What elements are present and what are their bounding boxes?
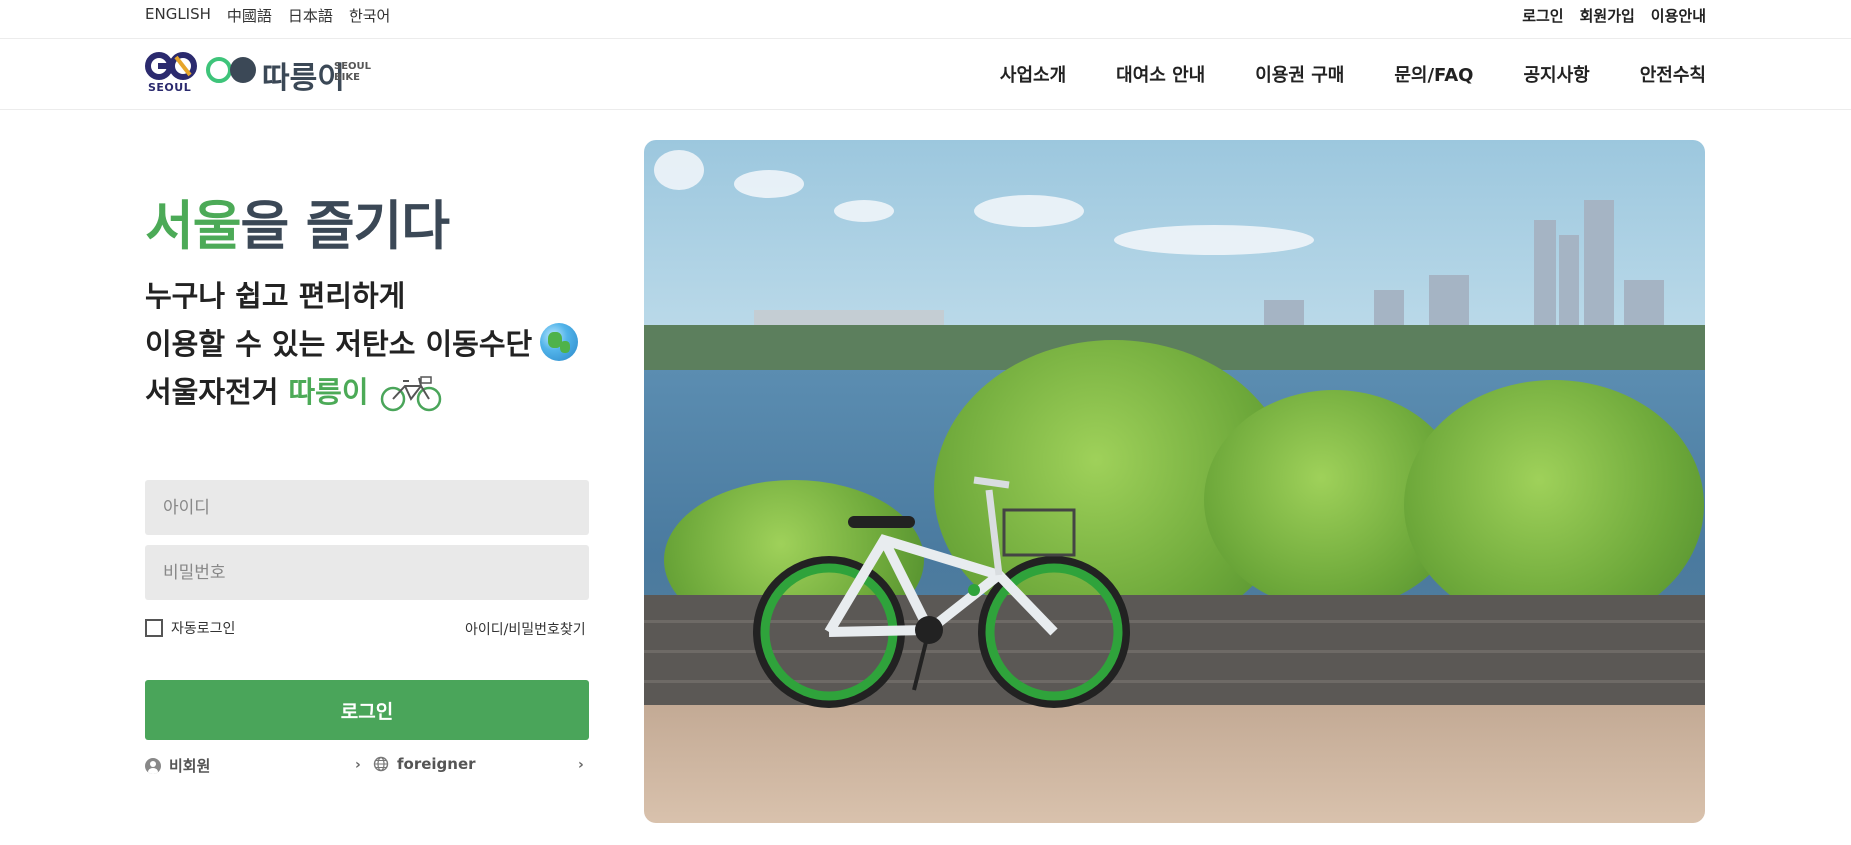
logo-navy-circle xyxy=(230,57,256,83)
signup-link[interactable]: 회원가입 xyxy=(1580,5,1635,26)
lang-english[interactable]: ENGLISH xyxy=(145,5,211,26)
guide-link[interactable]: 이용안내 xyxy=(1651,5,1706,26)
chevron-right-icon: › xyxy=(355,757,361,773)
photo-cloud xyxy=(1114,225,1314,255)
auto-login[interactable]: 자동로그인 xyxy=(145,618,235,638)
person-icon xyxy=(145,757,161,774)
photo-building xyxy=(1584,200,1614,340)
main-header: SEOUL 따릉이 SEOUL BIKE 사업소개 대여소 안내 이용권 구매 … xyxy=(0,39,1851,110)
nonmember-link[interactable]: 비회원 xyxy=(145,755,210,776)
hero-line3-highlight: 따릉이 xyxy=(288,375,369,409)
hero-line3-wrap: 서울자전거 따릉이 xyxy=(145,368,578,416)
auto-login-label: 자동로그인 xyxy=(171,621,236,637)
lang-japanese[interactable]: 日本語 xyxy=(288,5,333,26)
seoul-go-logo-mark xyxy=(145,52,197,80)
nav-pass-purchase[interactable]: 이용권 구매 xyxy=(1255,61,1344,87)
main-nav: 사업소개 대여소 안내 이용권 구매 문의/FAQ 공지사항 안전수칙 xyxy=(1000,61,1706,87)
globe-icon xyxy=(540,323,579,361)
photo-tree xyxy=(1404,380,1704,630)
logo-subtitle: SEOUL BIKE xyxy=(334,61,371,83)
foreigner-label: foreigner xyxy=(397,755,476,773)
nonmember-label: 비회원 xyxy=(169,757,211,775)
photo-cloud xyxy=(834,200,894,222)
foreigner-link[interactable]: foreigner xyxy=(373,755,476,773)
find-id-password-link[interactable]: 아이디/비밀번호찾기 xyxy=(465,619,586,639)
chevron-right-icon: › xyxy=(578,757,584,773)
photo-bicycle xyxy=(753,476,1130,708)
logo-name: 따릉이 xyxy=(262,61,345,96)
alt-login-links: 비회원 › foreigner › xyxy=(145,755,589,779)
seoul-go-logo[interactable]: SEOUL xyxy=(145,51,197,97)
bike-icon xyxy=(380,376,441,412)
lang-korean[interactable]: 한국어 xyxy=(349,5,390,26)
hero-line2: 이용할 수 있는 저탄소 이동수단 xyxy=(145,327,533,361)
nav-stations[interactable]: 대여소 안내 xyxy=(1116,61,1205,87)
hero-line2-wrap: 이용할 수 있는 저탄소 이동수단 xyxy=(145,320,579,368)
lang-chinese[interactable]: 中國語 xyxy=(227,5,272,26)
nav-faq[interactable]: 문의/FAQ xyxy=(1394,61,1473,87)
utility-links: 로그인 회원가입 이용안내 xyxy=(1522,5,1706,26)
photo-cloud xyxy=(734,170,804,198)
id-input[interactable] xyxy=(145,480,589,535)
hero-line1: 누구나 쉽고 편리하게 xyxy=(145,279,406,313)
hero-line3-prefix: 서울자전거 xyxy=(145,375,289,409)
nav-notice[interactable]: 공지사항 xyxy=(1524,61,1590,87)
logo-sub-line1: SEOUL xyxy=(334,61,372,72)
nav-about[interactable]: 사업소개 xyxy=(1000,61,1066,87)
login-button[interactable]: 로그인 xyxy=(145,680,589,740)
photo-building xyxy=(1534,220,1556,340)
hero-title-highlight: 서울 xyxy=(145,196,242,257)
password-input[interactable] xyxy=(145,545,589,600)
globe-outline-icon xyxy=(373,756,389,772)
seoul-go-label: SEOUL xyxy=(148,81,192,94)
photo-cloud xyxy=(974,195,1084,227)
top-utility-bar: ENGLISH 中國語 日本語 한국어 로그인 회원가입 이용안내 xyxy=(0,0,1851,39)
hero-title: 서울을 즐기다 xyxy=(145,184,450,260)
ddareungi-logo[interactable]: 따릉이 SEOUL BIKE xyxy=(206,51,386,97)
auto-login-checkbox[interactable] xyxy=(145,619,163,637)
login-link[interactable]: 로그인 xyxy=(1522,5,1563,26)
hero-title-rest: 을 즐기다 xyxy=(240,196,450,257)
language-selector: ENGLISH 中國語 日本語 한국어 xyxy=(145,5,390,26)
hero-subtitle: 누구나 쉽고 편리하게 이용할 수 있는 저탄소 이동수단 서울자전거 따릉이 xyxy=(145,272,579,416)
logo-sub-line2: BIKE xyxy=(334,72,360,83)
photo-cloud xyxy=(654,150,704,190)
hero-photo-bike-hangang xyxy=(644,140,1705,823)
photo-pavement xyxy=(644,705,1705,823)
nav-safety[interactable]: 안전수칙 xyxy=(1640,61,1706,87)
logo-green-circle xyxy=(206,57,232,83)
